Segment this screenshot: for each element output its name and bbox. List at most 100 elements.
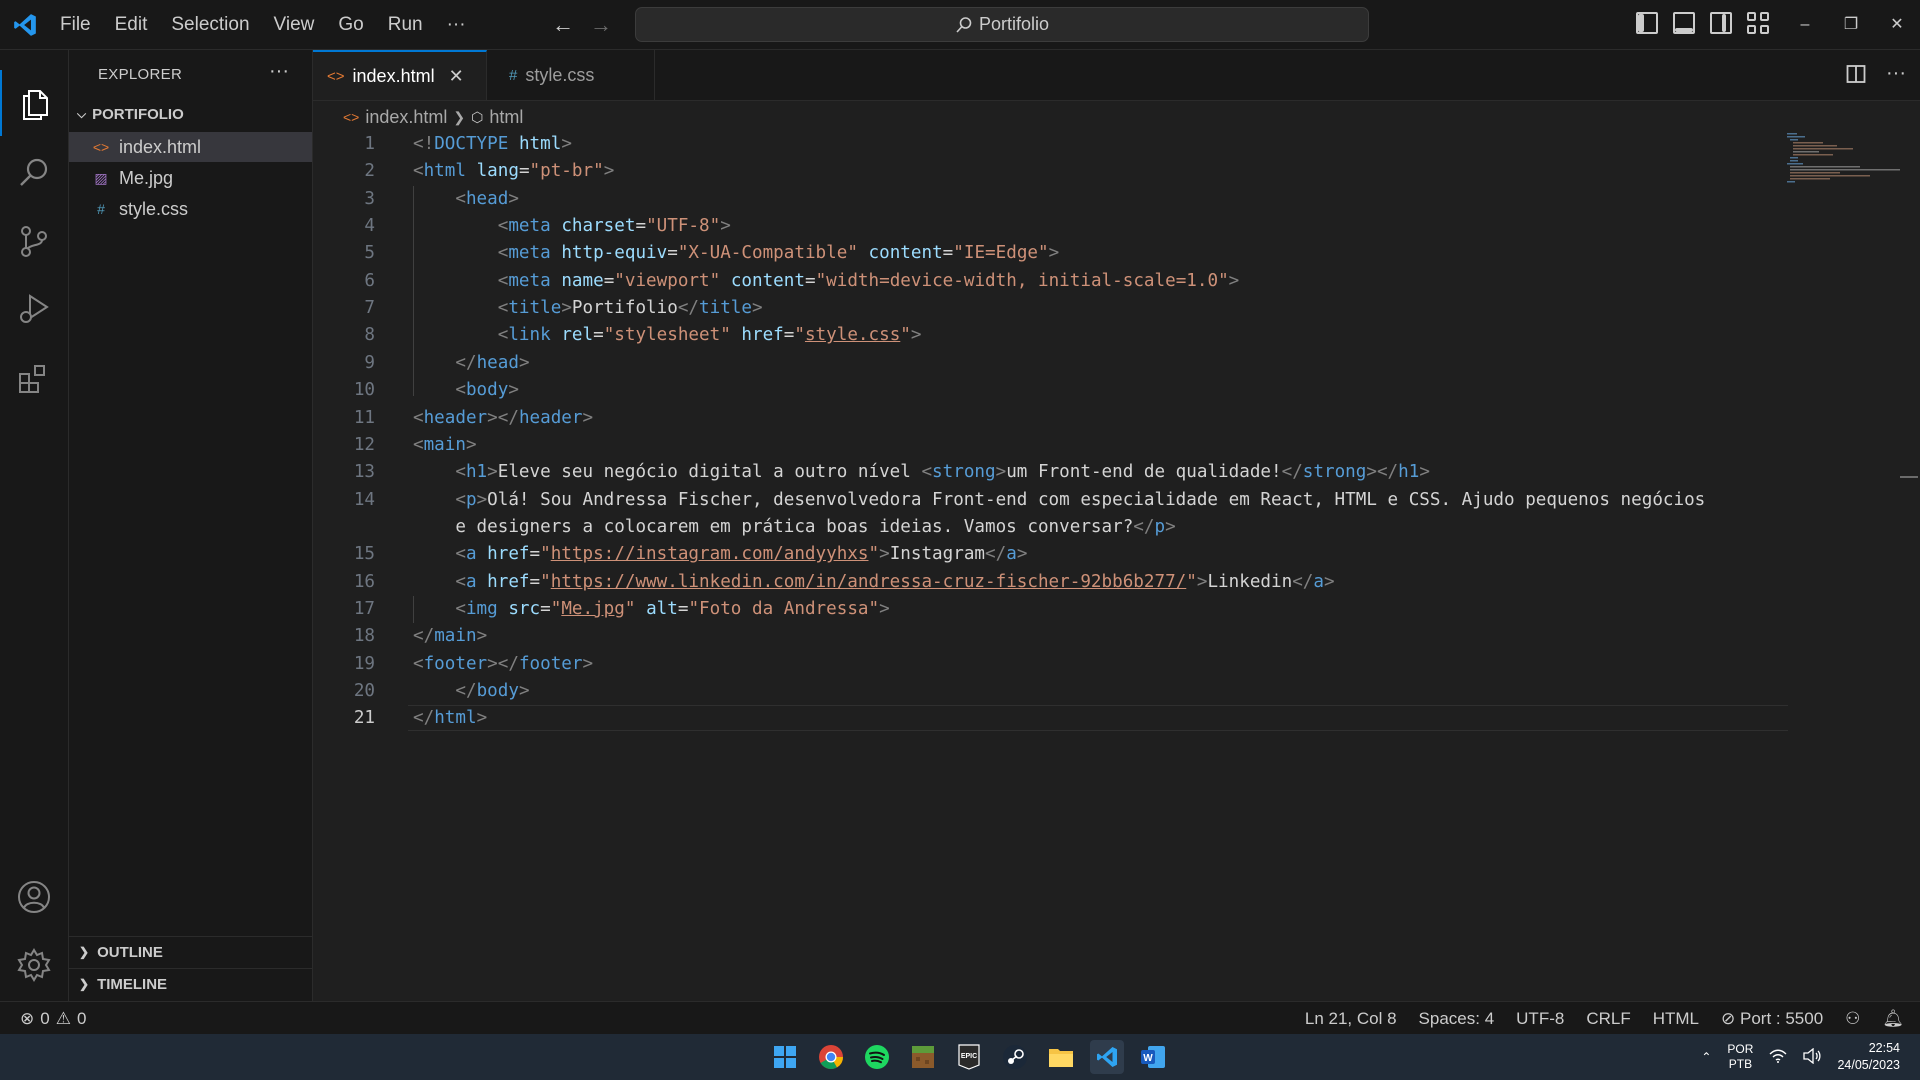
extensions-activity[interactable] [0, 346, 68, 412]
scrollbar-marker[interactable] [1900, 476, 1918, 478]
warning-count: 0 [76, 1008, 87, 1028]
problems-indicator[interactable]: ⊗ 0 ⚠ 0 [20, 1002, 86, 1035]
file-style-css[interactable]: # style.css [69, 194, 312, 224]
live-server-port[interactable]: ⊘ Port : 5500 [1721, 1009, 1823, 1029]
folder-portifolio[interactable]: ⌵ PORTIFOLIO [77, 106, 184, 123]
customize-layout-icon[interactable] [1747, 12, 1769, 34]
feedback-icon[interactable]: ⚇ [1845, 1009, 1860, 1029]
html-file-icon: <> [92, 139, 110, 155]
manage-activity[interactable] [0, 932, 68, 998]
search-icon [956, 16, 972, 33]
toggle-panel-icon[interactable] [1673, 12, 1695, 34]
file-me-jpg[interactable]: ▨ Me.jpg [69, 163, 312, 193]
close-window-button[interactable]: ✕ [1874, 0, 1920, 49]
menu-selection[interactable]: Selection [159, 14, 261, 36]
code-line: 14 <p>Olá! Sou Andressa Fischer, desenvo… [353, 489, 1706, 510]
more-actions-icon[interactable]: ··· [1886, 62, 1906, 85]
windows-taskbar: EPIC W ⌃ POR PTB 22:54 24/05/2023 [0, 1034, 1920, 1080]
accounts-activity[interactable] [0, 864, 68, 930]
extensions-icon [19, 365, 45, 393]
forward-arrow-icon[interactable]: → [590, 12, 612, 38]
explorer-title: EXPLORER [98, 66, 183, 83]
tab-index-html[interactable]: <> index.html ✕ [313, 50, 487, 100]
explorer-activity[interactable] [0, 70, 70, 136]
wifi-icon[interactable] [1769, 1049, 1787, 1066]
css-file-icon: # [509, 66, 518, 84]
split-editor-icon[interactable] [1846, 64, 1866, 84]
timeline-section[interactable]: ❯ TIMELINE [69, 968, 312, 999]
element-icon: ⬡ [471, 108, 484, 125]
chevron-down-icon: ⌵ [77, 107, 87, 121]
code-line: 3 <head> [364, 188, 519, 209]
toggle-secondary-sidebar-icon[interactable] [1710, 12, 1732, 34]
code-line-current: 21 </html> [353, 708, 488, 729]
system-tray: ⌃ POR PTB 22:54 24/05/2023 [1701, 1034, 1900, 1080]
restore-button[interactable]: ❐ [1828, 0, 1874, 49]
html-file-icon: <> [327, 67, 345, 85]
file-index-html[interactable]: <> index.html [69, 132, 312, 162]
file-label: style.css [119, 198, 189, 219]
section-label: OUTLINE [97, 943, 163, 961]
tray-overflow-chevron-up-icon[interactable]: ⌃ [1701, 1050, 1711, 1064]
command-center[interactable]: Portifolio [635, 7, 1369, 42]
menu-file[interactable]: File [48, 14, 103, 36]
breadcrumb-element[interactable]: html [489, 107, 523, 128]
source-control-activity[interactable] [0, 208, 68, 274]
run-debug-activity[interactable] [0, 276, 68, 342]
language-mode[interactable]: HTML [1653, 1009, 1699, 1029]
notifications-bell-icon[interactable]: 🔔︎ [1882, 1009, 1904, 1029]
epic-games-icon[interactable]: EPIC [952, 1040, 986, 1074]
file-explorer-icon[interactable] [1044, 1040, 1078, 1074]
search-icon [20, 158, 48, 186]
windows-start-icon[interactable] [768, 1040, 802, 1074]
cursor-position[interactable]: Ln 21, Col 8 [1305, 1009, 1397, 1029]
explorer-more-button[interactable]: ··· [269, 60, 289, 83]
minecraft-icon[interactable] [906, 1040, 940, 1074]
code-editor[interactable]: 1 <!DOCTYPE html> 2 <html lang="pt-br"> 3 … [313, 131, 1920, 1001]
menu-more[interactable]: ··· [435, 14, 478, 36]
toggle-primary-sidebar-icon[interactable] [1636, 12, 1658, 34]
code-line: 16 <a href="https://www.linkedin.com/in/… [353, 571, 1335, 592]
indentation[interactable]: Spaces: 4 [1419, 1009, 1495, 1029]
minimize-button[interactable]: – [1782, 0, 1828, 49]
menu-go[interactable]: Go [326, 14, 375, 36]
menu-view[interactable]: View [262, 14, 327, 36]
tab-label: style.css [525, 64, 595, 85]
input-language[interactable]: POR PTB [1727, 1042, 1753, 1072]
steam-icon[interactable] [998, 1040, 1032, 1074]
files-icon [23, 90, 48, 120]
image-file-icon: ▨ [94, 169, 108, 186]
outline-section[interactable]: ❯ OUTLINE [69, 936, 312, 967]
code-line: 11 <header></header> [353, 407, 594, 428]
word-icon[interactable]: W [1136, 1040, 1170, 1074]
vscode-taskbar-icon[interactable] [1090, 1040, 1124, 1074]
search-activity[interactable] [0, 140, 68, 206]
menu-edit[interactable]: Edit [103, 14, 160, 36]
end-of-line[interactable]: CRLF [1586, 1009, 1630, 1029]
code-line: 12 <main> [353, 434, 477, 455]
close-tab-icon[interactable]: ✕ [449, 66, 464, 87]
time: 22:54 [1868, 1041, 1900, 1055]
run-debug-icon [20, 294, 49, 323]
encoding[interactable]: UTF-8 [1516, 1009, 1564, 1029]
breadcrumb-file[interactable]: index.html [365, 107, 447, 128]
back-arrow-icon[interactable]: ← [552, 12, 574, 38]
tab-style-css[interactable]: # style.css [487, 50, 655, 100]
breadcrumb: <> index.html ❯ ⬡ html [343, 105, 523, 129]
menu-run[interactable]: Run [376, 14, 435, 36]
chrome-icon[interactable] [814, 1040, 848, 1074]
code-line: 8 <link rel="stylesheet" href="style.css… [364, 325, 922, 346]
source-control-icon [21, 226, 47, 257]
clock[interactable]: 22:54 24/05/2023 [1837, 1040, 1900, 1074]
css-file-icon: # [97, 201, 105, 217]
vscode-logo-icon[interactable] [12, 12, 38, 38]
svg-text:EPIC: EPIC [961, 1053, 977, 1060]
volume-icon[interactable] [1803, 1047, 1821, 1067]
layout-controls [1636, 12, 1769, 34]
command-center-label: Portifolio [978, 14, 1050, 34]
code-line: 6 <meta name="viewport" content="width=d… [364, 270, 1240, 291]
minimap[interactable] [1785, 131, 1905, 191]
tab-label: index.html [352, 65, 435, 86]
spotify-icon[interactable] [860, 1040, 894, 1074]
code-line: 10 <body> [353, 380, 519, 401]
